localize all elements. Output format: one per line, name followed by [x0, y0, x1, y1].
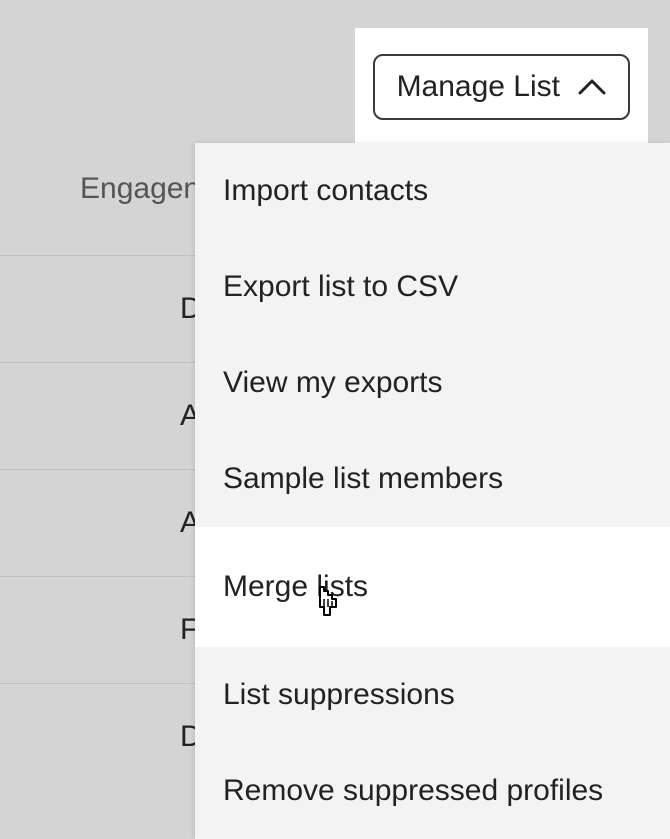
chevron-up-icon — [578, 79, 606, 95]
dropdown-item-merge-lists[interactable]: Merge lists — [195, 527, 670, 647]
dropdown-item-view-exports[interactable]: View my exports — [195, 335, 670, 431]
dropdown-item-sample-members[interactable]: Sample list members — [195, 431, 670, 527]
dropdown-item-import-contacts[interactable]: Import contacts — [195, 143, 670, 239]
dropdown-item-remove-suppressed[interactable]: Remove suppressed profiles — [195, 743, 670, 839]
column-header-engagement: Engagen — [80, 172, 200, 206]
manage-list-dropdown: Import contacts Export list to CSV View … — [195, 143, 670, 839]
dropdown-item-list-suppressions[interactable]: List suppressions — [195, 647, 670, 743]
dropdown-item-export-csv[interactable]: Export list to CSV — [195, 239, 670, 335]
manage-list-button[interactable]: Manage List — [373, 54, 630, 120]
manage-list-label: Manage List — [397, 70, 560, 104]
button-wrapper: Manage List — [355, 28, 648, 155]
